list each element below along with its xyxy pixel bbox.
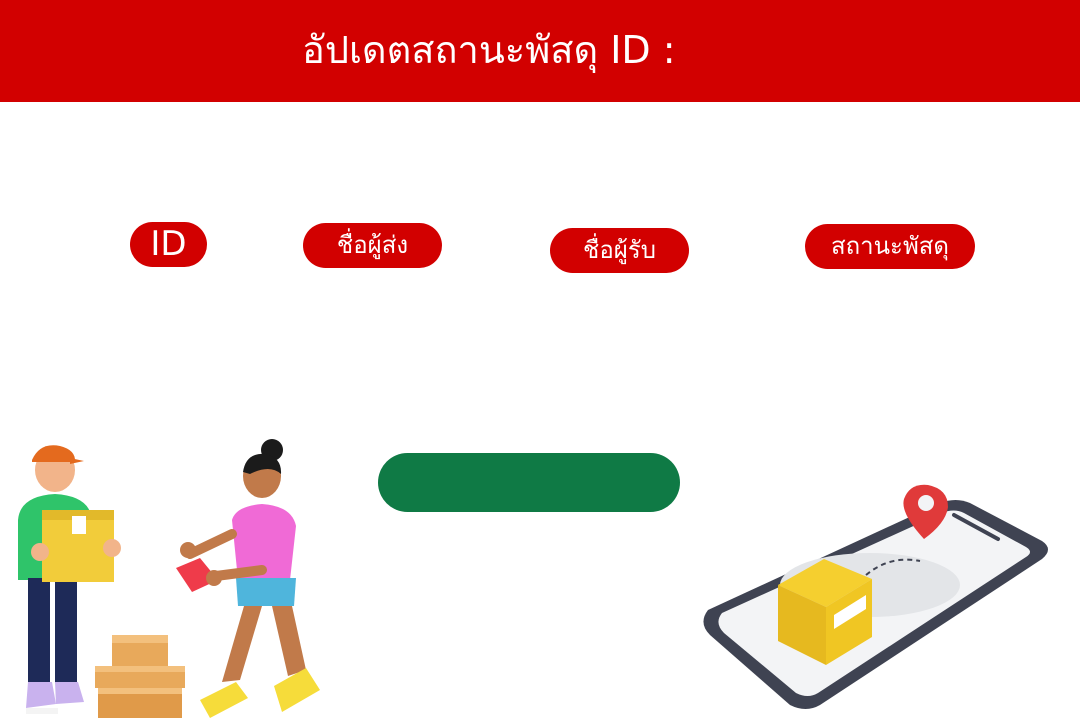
parcel-status-label-pill: สถานะพัสดุ [805,224,975,269]
stacked-boxes [95,635,185,718]
page-title: อัปเดตสถานะพัสดุ ID : [302,28,676,72]
update-status-button[interactable] [378,453,680,512]
delivery-people-illustration [18,439,320,718]
woman-figure [176,439,320,718]
id-label-pill: ID [130,222,207,267]
phone-shape [703,500,1048,709]
sender-name-label-pill: ชื่อผู้ส่ง [303,223,442,268]
header-bar: อัปเดตสถานะพัสดุ ID : [0,0,1080,102]
phone-tracking-illustration [703,484,1048,709]
receiver-name-label-pill: ชื่อผู้รับ [550,228,689,273]
